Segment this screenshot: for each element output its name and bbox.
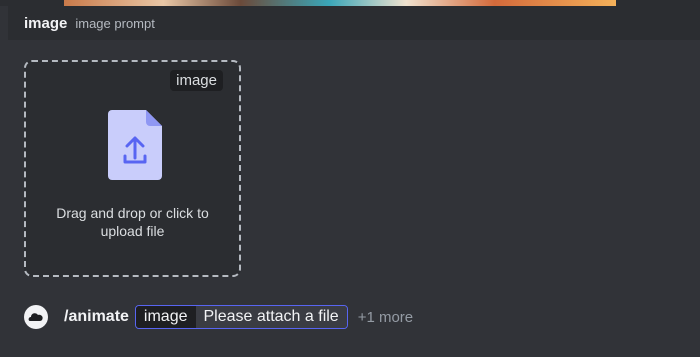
- file-upload-icon: [108, 110, 162, 185]
- file-dropzone[interactable]: image Drag and drop or click to upload f…: [24, 60, 241, 277]
- bot-avatar-icon: [24, 305, 48, 329]
- option-header: image image prompt: [8, 6, 700, 40]
- dropzone-instructions: Drag and drop or click to upload file: [56, 205, 209, 239]
- command-input-bar: /animate image Please attach a file +1 m…: [8, 296, 700, 338]
- dropzone-tag: image: [170, 70, 223, 91]
- option-description: image prompt: [75, 15, 155, 31]
- option-pill-image[interactable]: image Please attach a file: [134, 305, 348, 329]
- option-title: image: [24, 14, 68, 32]
- option-pill-name: image: [135, 306, 196, 328]
- more-options-link[interactable]: +1 more: [358, 309, 413, 326]
- command-name: /animate: [64, 308, 129, 325]
- option-pill-value[interactable]: Please attach a file: [195, 306, 347, 328]
